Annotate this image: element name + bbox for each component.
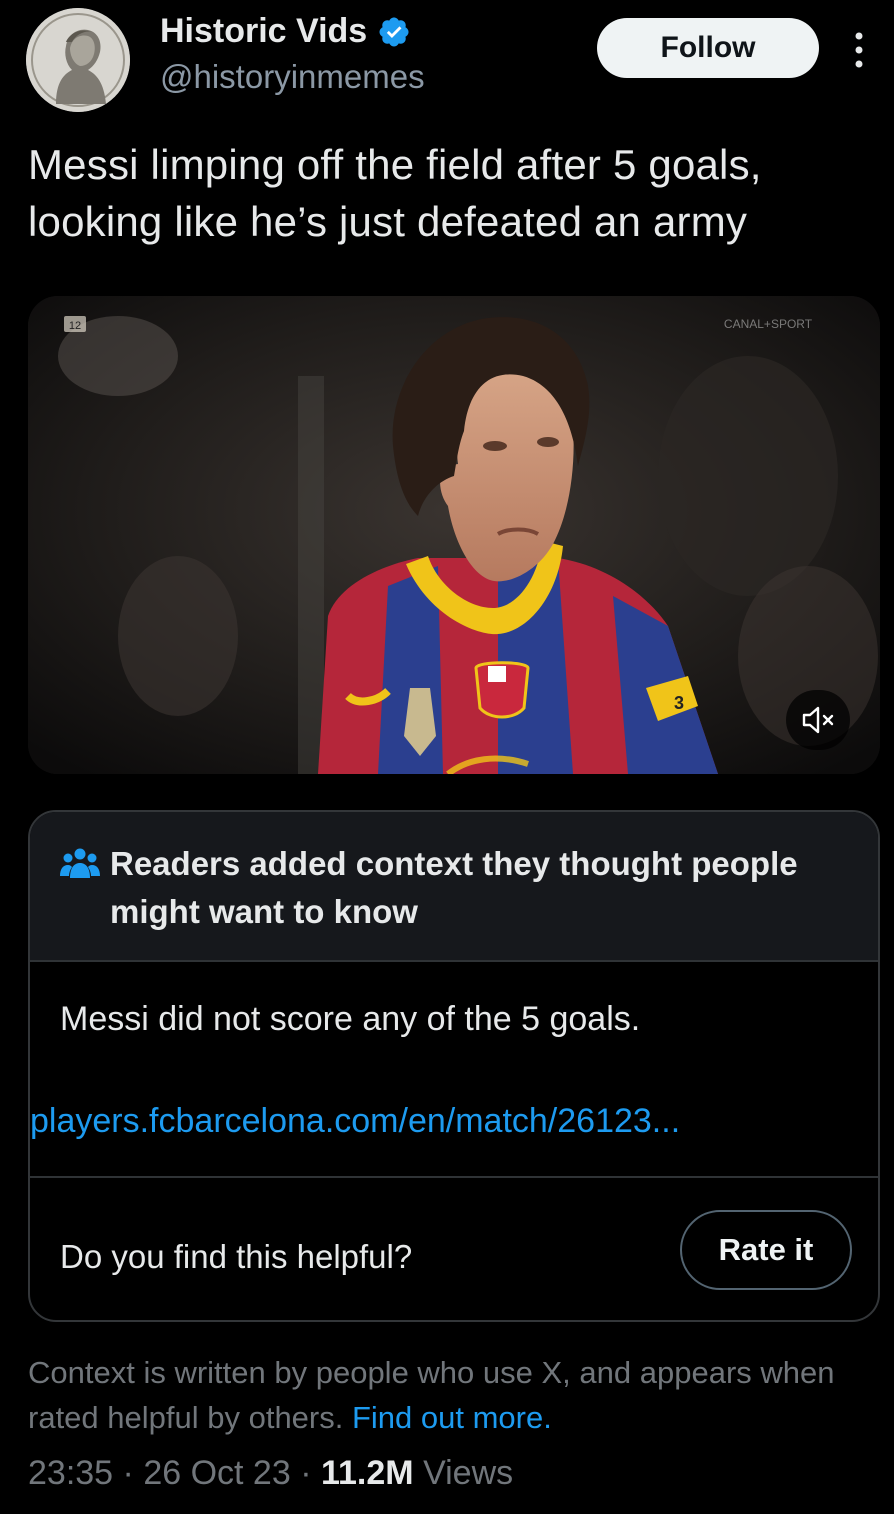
views-label: Views [423,1454,514,1492]
community-note-title: Readers added context they thought peopl… [110,845,798,930]
video-player[interactable]: 12 CANAL+SPORT 3 [28,296,880,774]
speaker-muted-icon [802,706,834,734]
tweet-meta: 23:35 · 26 Oct 23 · 11.2M Views [28,1454,513,1493]
find-out-more-link[interactable]: Find out more. [352,1400,552,1435]
svg-text:3: 3 [674,693,684,713]
follow-button[interactable]: Follow [597,18,819,78]
helpful-question: Do you find this helpful? [60,1238,413,1275]
tweet-text-line: Messi limping off the field after 5 goal… [28,141,762,188]
people-group-icon [60,848,100,878]
tweet-time[interactable]: 23:35 [28,1454,113,1492]
community-note-header: Readers added context they thought peopl… [30,812,878,962]
rate-it-button[interactable]: Rate it [680,1210,852,1290]
community-note: Readers added context they thought peopl… [28,810,880,1322]
avatar[interactable] [26,8,130,112]
tweet-text-line: looking like he’s just defeated an army [28,198,748,245]
mute-button[interactable] [786,690,850,750]
divider [30,1176,878,1178]
bust-portrait-icon [26,8,130,112]
meta-separator: · [122,1454,134,1492]
tweet-date[interactable]: 26 Oct 23 [143,1454,290,1492]
more-vertical-icon[interactable] [848,30,870,70]
meta-separator: · [300,1454,312,1492]
author-name-row: Historic Vids [160,12,411,51]
community-note-body: Messi did not score any of the 5 goals. [60,1000,641,1038]
corner-number-label: 12 [69,320,81,332]
author-handle[interactable]: @historyinmemes [160,58,425,96]
tweet-text: Messi limping off the field after 5 goal… [28,136,878,250]
community-note-disclaimer: Context is written by people who use X, … [28,1350,868,1440]
video-frame: 12 CANAL+SPORT 3 [28,296,880,774]
community-note-source-link[interactable]: players.fcbarcelona.com/en/match/26123..… [30,1102,680,1141]
views-count[interactable]: 11.2M [321,1454,414,1492]
broadcast-label: CANAL+SPORT [724,317,813,331]
verified-badge-icon [379,16,409,47]
author-display-name[interactable]: Historic Vids [160,12,367,51]
tweet-header: Historic Vids @historyinmemes Follow [0,0,894,120]
